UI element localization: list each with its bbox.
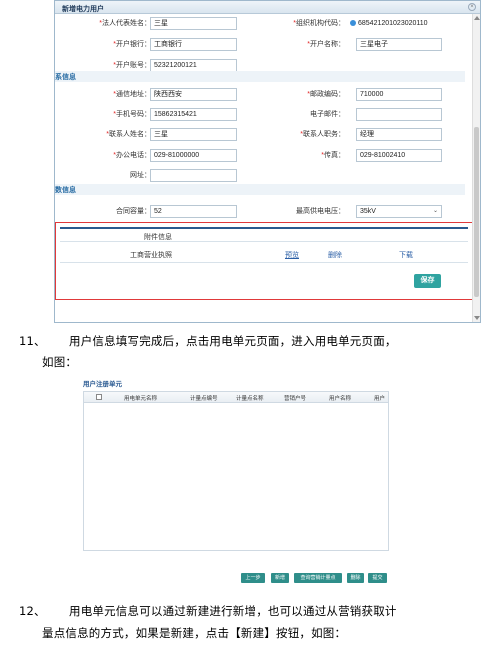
- dialog-scrollbar[interactable]: [472, 14, 480, 322]
- scrollbar-thumb[interactable]: [474, 127, 479, 297]
- select-all-checkbox[interactable]: [96, 394, 102, 400]
- website-input[interactable]: [150, 169, 237, 182]
- capacity-label: 合同容量：: [116, 208, 151, 215]
- required-marker: *: [293, 20, 296, 27]
- close-icon[interactable]: ×: [468, 3, 476, 11]
- preview-link[interactable]: 预览: [285, 250, 299, 260]
- postcode-label: *邮政编码：: [307, 91, 345, 98]
- required-marker: *: [99, 20, 102, 27]
- step11-line1: 用户信息填写完成后，点击用电单元页面，进入用电单元页面，: [69, 334, 397, 348]
- scroll-down-icon[interactable]: [474, 316, 480, 320]
- required-marker: *: [113, 111, 116, 118]
- capacity-input[interactable]: 52: [150, 205, 237, 218]
- contact-title-input[interactable]: 经理: [356, 128, 442, 141]
- col-user-name: 用户名称: [329, 396, 352, 402]
- voltage-label: 最高供电电压：: [296, 208, 345, 215]
- attachment-table: 附件信息 工商营业执照 预览 删除 下载: [60, 227, 468, 267]
- col-account-no: 营销户号: [284, 396, 307, 402]
- contact-name-input[interactable]: 三星: [150, 128, 237, 141]
- account-name-input[interactable]: 三星电子: [356, 38, 442, 51]
- save-button[interactable]: 保存: [414, 274, 441, 288]
- required-marker: *: [113, 152, 116, 159]
- required-marker: *: [307, 41, 310, 48]
- account-name-label: *开户名称：: [307, 41, 345, 48]
- org-code-label: *组织机构代码：: [293, 20, 345, 27]
- fax-input[interactable]: 029-81002410: [356, 149, 442, 162]
- bank-input[interactable]: 工商银行: [150, 38, 237, 51]
- chevron-down-icon: ⌄: [432, 208, 438, 214]
- contact-title-label: *联系人职务：: [300, 131, 345, 138]
- col-unit-name: 用电单元名称: [124, 396, 158, 402]
- col-meter-no: 计量点编号: [190, 396, 218, 402]
- delete-link[interactable]: 删除: [328, 250, 342, 260]
- postcode-input[interactable]: 710000: [356, 88, 442, 101]
- address-input[interactable]: 陕西西安: [150, 88, 237, 101]
- mobile-input[interactable]: 15862315421: [150, 108, 237, 121]
- office-phone-label: *办公电话：: [113, 152, 151, 159]
- required-marker: *: [113, 62, 116, 69]
- required-marker: *: [113, 91, 116, 98]
- voltage-value: 35kV: [360, 208, 376, 215]
- required-marker: *: [113, 41, 116, 48]
- website-label: 网址：: [130, 172, 151, 179]
- required-marker: *: [307, 91, 310, 98]
- bank-label: *开户银行：: [113, 41, 151, 48]
- step12-line2: 量点信息的方式，如果是新建，点击【新建】按钮，如图：: [42, 626, 347, 640]
- scroll-up-icon[interactable]: [474, 16, 480, 20]
- params-section-header: 数信息: [55, 184, 465, 195]
- prev-step-button[interactable]: 上一步: [241, 573, 265, 583]
- step11-number: 11、: [19, 334, 46, 348]
- fax-label: *传真：: [321, 152, 345, 159]
- user-register-unit-screenshot: 用户注册单元 用电单元名称 计量点编号 计量点名称 营销户号 用户名称 用户 上…: [83, 378, 389, 583]
- attachment-row: 工商营业执照 预览 删除 下载: [60, 250, 468, 263]
- delete-button[interactable]: 删除: [347, 573, 364, 583]
- step12-line1: 用电单元信息可以通过新建进行新增，也可以通过从营销获取计: [69, 604, 397, 618]
- org-code-field: 685421201023020110: [346, 17, 441, 30]
- contact-section-header: 系信息: [55, 71, 465, 82]
- dialog-titlebar: 新增电力用户 ×: [55, 1, 480, 14]
- col-meter-name: 计量点名称: [236, 396, 264, 402]
- params-section-title: 数信息: [55, 187, 76, 194]
- grid-header: 用电单元名称 计量点编号 计量点名称 营销户号 用户名称 用户: [84, 392, 388, 403]
- register-unit-title: 用户注册单元: [83, 381, 122, 388]
- new-button[interactable]: 新增: [271, 573, 289, 583]
- attachment-header-label: 附件信息: [144, 234, 172, 241]
- voltage-select[interactable]: 35kV ⌄: [356, 205, 442, 218]
- unit-grid: 用电单元名称 计量点编号 计量点名称 营销户号 用户名称 用户: [83, 391, 389, 551]
- mobile-label: *手机号码：: [113, 111, 151, 118]
- required-marker: *: [300, 131, 303, 138]
- contact-name-label: *联系人姓名：: [106, 131, 151, 138]
- contact-section-title: 系信息: [55, 74, 76, 81]
- new-power-user-dialog: 新增电力用户 × *法人代表姓名： 三星 *组织机构代码： 6854212010…: [54, 0, 481, 323]
- office-phone-input[interactable]: 029-81000000: [150, 149, 237, 162]
- dialog-title: 新增电力用户: [62, 6, 104, 13]
- email-label: 电子邮件：: [310, 111, 345, 118]
- org-code-value: 685421201023020110: [358, 20, 428, 27]
- globe-icon: [350, 20, 356, 26]
- attachment-highlight-box: 附件信息 工商营业执照 预览 删除 下载 保存: [55, 222, 473, 300]
- col-user-extra: 用户: [374, 396, 386, 402]
- submit-button[interactable]: 提交: [368, 573, 387, 583]
- step11-line2: 如图：: [42, 355, 78, 369]
- attachment-name: 工商营业执照: [130, 252, 172, 259]
- required-marker: *: [321, 152, 324, 159]
- required-marker: *: [106, 131, 109, 138]
- legal-rep-input[interactable]: 三星: [150, 17, 237, 30]
- email-input[interactable]: [356, 108, 442, 121]
- address-label: *通信地址：: [113, 91, 151, 98]
- attachment-table-header: 附件信息: [60, 229, 468, 242]
- download-link[interactable]: 下载: [399, 250, 413, 260]
- step12-number: 12、: [19, 604, 46, 618]
- legal-rep-label: *法人代表姓名：: [99, 20, 151, 27]
- query-meter-button[interactable]: 查询营销计量点: [294, 573, 342, 583]
